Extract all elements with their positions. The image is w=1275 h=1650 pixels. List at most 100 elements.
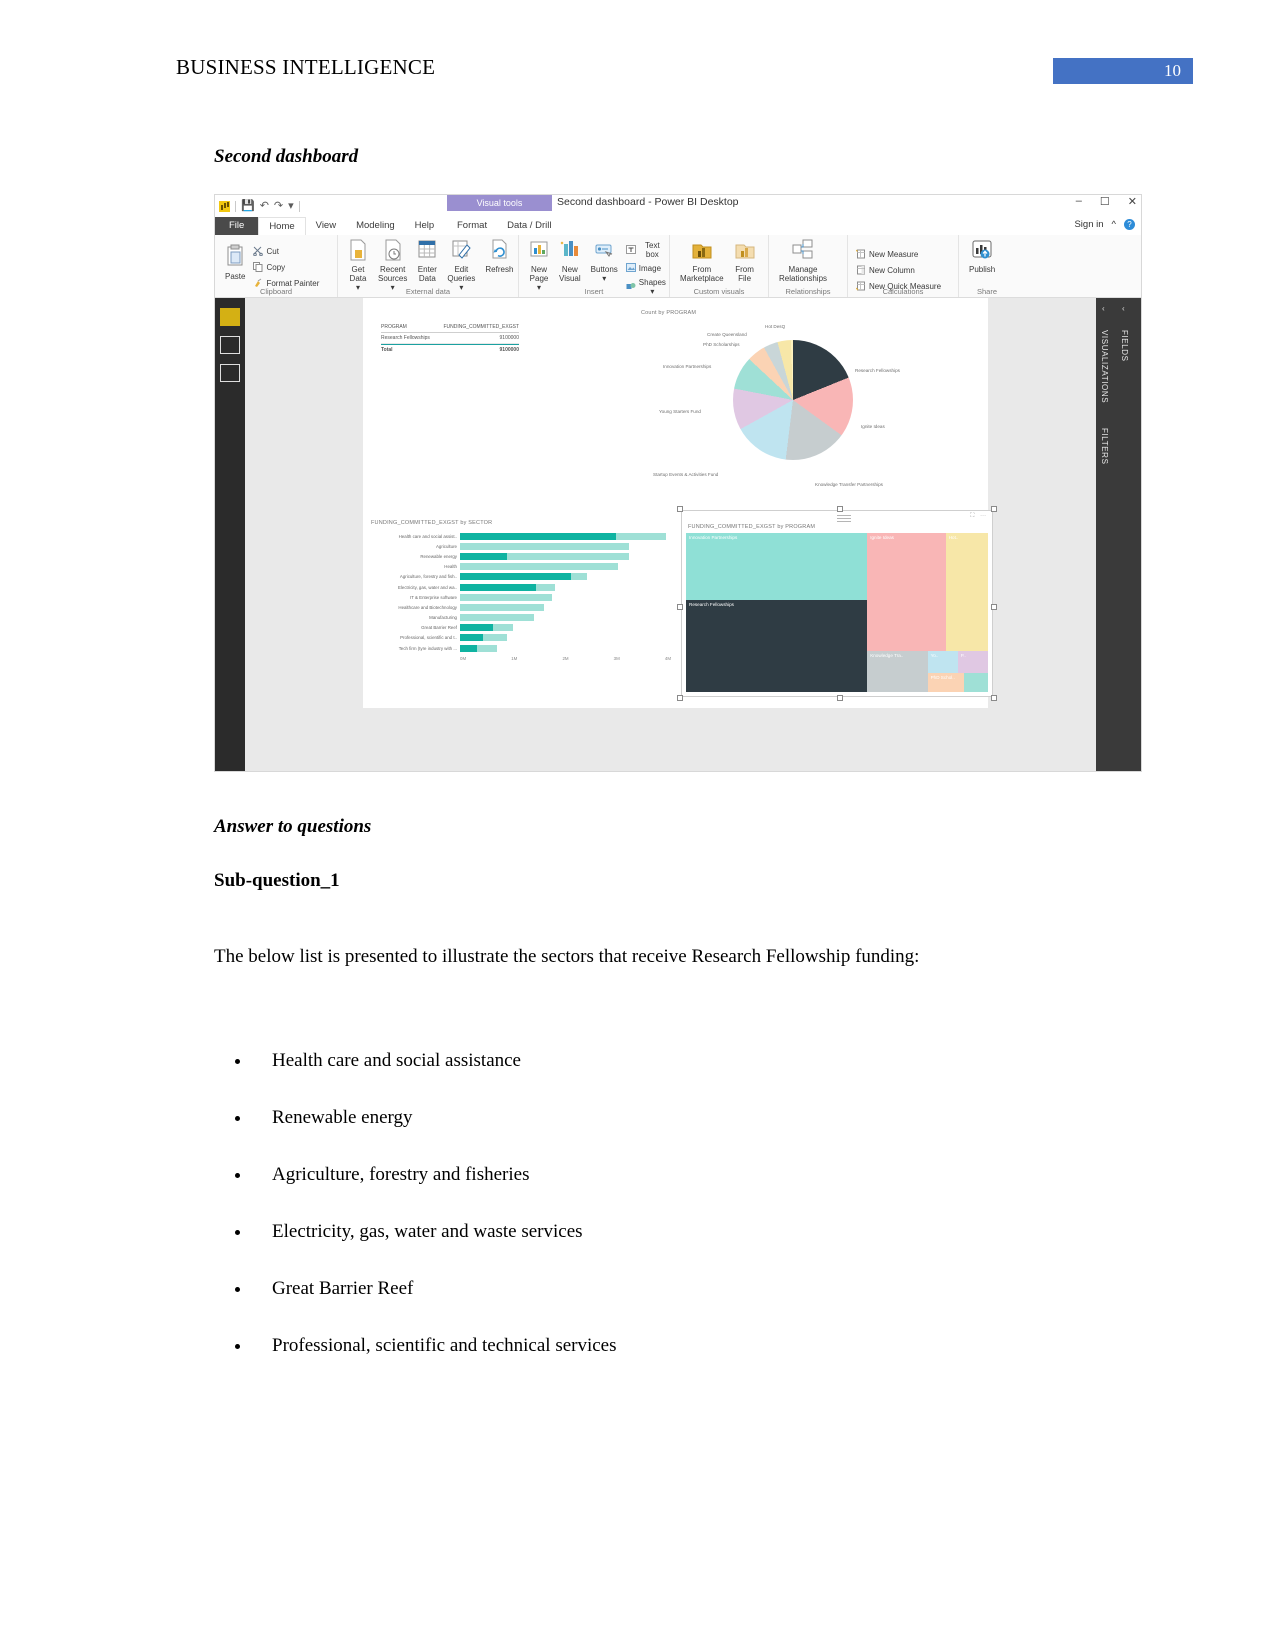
bar-chart-row[interactable]: Tech firm (tyre industry with ... — [371, 643, 671, 653]
bar-category-label: Healthcare and Biotechnology — [398, 604, 457, 610]
list-item: Health care and social assistance — [252, 1050, 1152, 1072]
pie-label-ignite-ideas: Ignite Ideas — [861, 424, 885, 429]
tab-data-drill[interactable]: Data / Drill — [497, 217, 561, 235]
bar-track — [460, 644, 671, 652]
bar-chart-row[interactable]: Renewable energy — [371, 551, 671, 561]
tab-modeling[interactable]: Modeling — [346, 217, 405, 235]
new-measure-button[interactable]: New Measure — [853, 248, 944, 262]
visual-header[interactable]: ⛶ ⋯ — [682, 511, 992, 522]
bar-chart-row[interactable]: Agriculture, forestry and fish.. — [371, 572, 671, 582]
copy-button[interactable]: Copy — [250, 261, 322, 275]
tab-home[interactable]: Home — [258, 217, 306, 235]
pane-label-fields[interactable]: FIELDS — [1120, 330, 1129, 362]
model-view-icon[interactable] — [220, 364, 240, 382]
right-pane-rail[interactable]: ‹ ‹ FIELDS VISUALIZATIONS FILTERS — [1096, 298, 1141, 771]
bar-chart-row[interactable]: Manufacturing — [371, 613, 671, 623]
get-data-icon — [348, 239, 368, 263]
focus-mode-icon[interactable]: ⛶ — [970, 513, 976, 519]
tab-view[interactable]: View — [306, 217, 346, 235]
pie-label-phd-scholarships: PhD Scholarships — [703, 342, 740, 347]
treemap-cell-label: Research Fellowships — [689, 601, 734, 607]
powerbi-workspace: PROGRAM FUNDING_COMMITTED_EXGST Research… — [215, 298, 1141, 771]
bar-chart-row[interactable]: IT & Enterprise software — [371, 592, 671, 602]
powerbi-app-icon — [219, 200, 230, 212]
list-item: Agriculture, forestry and fisheries — [252, 1164, 1152, 1186]
new-page-icon — [529, 239, 549, 263]
pie-chart[interactable] — [733, 340, 853, 460]
cut-button[interactable]: Cut — [250, 245, 322, 259]
treemap-cell-young-starters[interactable]: Yo.. — [927, 650, 958, 673]
bar-chart-row[interactable]: Professional, scientific and t.. — [371, 633, 671, 643]
visual-header-icons[interactable]: ⛶ ⋯ — [970, 513, 988, 520]
new-column-button[interactable]: New Column — [853, 264, 944, 278]
undo-icon[interactable]: ↶ — [260, 200, 269, 212]
marketplace-icon — [691, 239, 713, 263]
treemap-cells[interactable]: Innovation Partnerships Ignite Ideas Hot… — [686, 533, 988, 692]
bar-chart-row[interactable]: Health — [371, 562, 671, 572]
treemap-cell-phd[interactable]: P.. — [957, 650, 988, 673]
group-label-clipboard: Clipboard — [259, 287, 293, 296]
powerbi-title-bar: 💾 ↶ ↷ ▾ Visual tools Second dashboard - … — [215, 195, 1141, 217]
window-buttons[interactable]: – ☐ ✕ — [1076, 195, 1137, 208]
bar-chart-row[interactable]: Agriculture — [371, 541, 671, 551]
bar-chart-row[interactable]: Electricity, gas, water and wa.. — [371, 582, 671, 592]
report-view-icon[interactable] — [220, 308, 240, 326]
signin-label[interactable]: Sign in — [1074, 219, 1103, 230]
text-box-button[interactable]: Text box — [623, 240, 669, 260]
pane-label-visualizations[interactable]: VISUALIZATIONS — [1100, 330, 1109, 403]
scissors-icon — [253, 246, 264, 258]
treemap-visual[interactable]: ⛶ ⋯ FUNDING_COMMITTED_EXGST by PROGRAM I… — [677, 506, 997, 701]
divider — [298, 200, 300, 212]
treemap-cell-phd-scholarships[interactable]: PhD Schol.. — [927, 672, 964, 692]
canvas-background: PROGRAM FUNDING_COMMITTED_EXGST Research… — [245, 298, 1096, 771]
enter-data-icon — [417, 239, 437, 263]
pie-chart-visual[interactable]: Count by PROGRAM Research Fellowships Ig… — [633, 310, 973, 510]
bar-chart-row[interactable]: Healthcare and Biotechnology — [371, 602, 671, 612]
list-item: Professional, scientific and technical s… — [252, 1335, 1152, 1357]
treemap-cell-ignite-ideas[interactable]: Ignite Ideas — [867, 533, 946, 651]
redo-icon[interactable]: ↷ — [274, 200, 283, 212]
help-icon[interactable]: ? — [1124, 219, 1135, 230]
ribbon-tab-strip[interactable]: File Home View Modeling Help Format Data… — [215, 217, 1141, 235]
image-button[interactable]: Image — [623, 262, 669, 275]
quick-access-toolbar[interactable]: 💾 ↶ ↷ ▾ — [215, 200, 300, 212]
bar-chart-row[interactable]: Great Barrier Reef — [371, 623, 671, 633]
minimize-icon[interactable]: – — [1076, 195, 1082, 208]
view-switcher-rail[interactable] — [215, 298, 245, 771]
contextual-tabs[interactable]: Format Data / Drill — [447, 217, 561, 235]
close-icon[interactable]: ✕ — [1128, 195, 1137, 208]
powerbi-screenshot: 💾 ↶ ↷ ▾ Visual tools Second dashboard - … — [214, 194, 1142, 772]
treemap-cell-hot-desq[interactable]: Hot.. — [945, 533, 988, 651]
treemap-cell-research-fellowships[interactable]: Research Fellowships — [686, 599, 868, 692]
treemap-cell-label: P.. — [960, 652, 966, 658]
bar-category-label: Agriculture, forestry and fish.. — [399, 574, 457, 580]
ribbon[interactable]: Paste Cut Copy Format Painter Clipboard … — [215, 235, 1141, 298]
more-options-icon[interactable] — [837, 513, 851, 522]
tab-format[interactable]: Format — [447, 217, 497, 235]
treemap-cell-knowledge-transfer[interactable]: Knowledge Tra.. — [867, 650, 928, 692]
report-canvas[interactable]: PROGRAM FUNDING_COMMITTED_EXGST Research… — [363, 298, 997, 708]
collapse-ribbon-icon[interactable]: ^ — [1112, 219, 1116, 230]
data-view-icon[interactable] — [220, 336, 240, 354]
pane-label-filters[interactable]: FILTERS — [1100, 428, 1109, 465]
table-visual[interactable]: PROGRAM FUNDING_COMMITTED_EXGST Research… — [381, 324, 519, 355]
bar-chart-visual[interactable]: FUNDING_COMMITTED_EXGST by SECTOR Health… — [371, 520, 671, 690]
tab-file[interactable]: File — [215, 217, 259, 235]
bar-chart-row[interactable]: Health care and social assist.. — [371, 531, 671, 541]
tab-help[interactable]: Help — [405, 217, 445, 235]
canvas-area: PROGRAM FUNDING_COMMITTED_EXGST Research… — [245, 298, 1141, 771]
collapse-pane-icon-1[interactable]: ‹ — [1102, 304, 1105, 313]
customize-icon[interactable]: ▾ — [288, 200, 294, 212]
ribbon-group-share: Publish Share — [959, 235, 1015, 297]
table-cell-total-value: 9100000 — [499, 347, 519, 353]
treemap-cell-other[interactable] — [963, 672, 988, 692]
bar-category-label: IT & Enterprise software — [409, 594, 457, 600]
collapse-pane-icon-2[interactable]: ‹ — [1122, 304, 1125, 313]
signin-area[interactable]: Sign in ^ ? — [1074, 219, 1135, 230]
treemap-cell-innovation-partnerships[interactable]: Innovation Partnerships — [686, 533, 868, 600]
save-icon[interactable]: 💾 — [241, 200, 255, 212]
from-file-label: From File — [735, 265, 754, 283]
bar-highlight — [460, 634, 483, 642]
ellipsis-icon[interactable]: ⋯ — [980, 513, 988, 519]
restore-icon[interactable]: ☐ — [1100, 195, 1110, 208]
